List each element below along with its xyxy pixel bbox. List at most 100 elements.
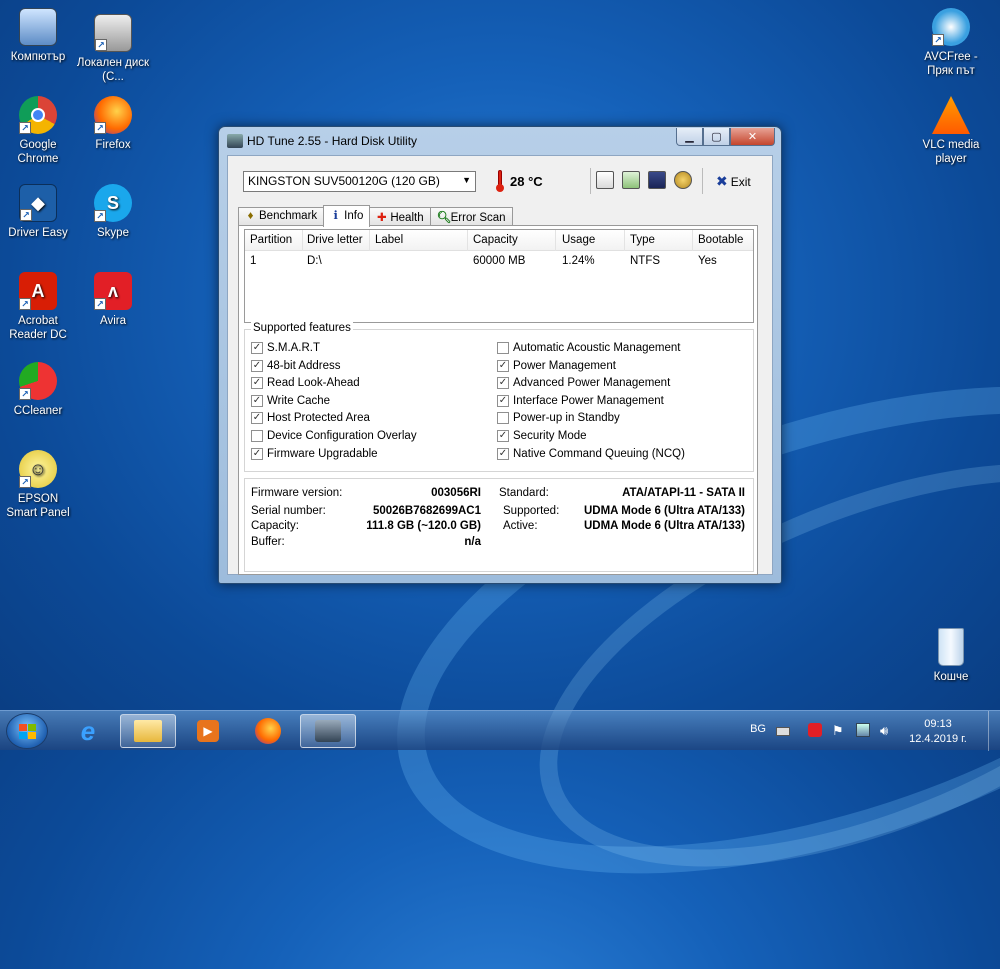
exit-button[interactable]: ✖ Exit — [716, 173, 751, 190]
column-header[interactable]: Label — [375, 234, 403, 246]
desktop-icon-computer[interactable]: Компютър — [1, 8, 75, 64]
desktop-icon-recycle-bin[interactable]: Кошче — [914, 628, 988, 684]
checkmark-icon[interactable]: ✓ — [251, 342, 263, 354]
hdtune-window[interactable]: HD Tune 2.55 - Hard Disk Utility ▁ ▢ ✕ K… — [218, 126, 782, 584]
column-header[interactable]: Capacity — [473, 234, 518, 246]
checkmark-icon[interactable]: ✓ — [497, 394, 509, 407]
options-icon[interactable] — [674, 171, 692, 189]
desktop-icon-vlc[interactable]: VLC media player — [914, 96, 988, 166]
checkmark-icon[interactable]: ✓ — [251, 359, 263, 372]
avira-tray-icon[interactable] — [808, 723, 822, 737]
desktop-icon-avcfree[interactable]: ↗ AVCFree - Пряк път — [914, 8, 988, 78]
column-header[interactable]: Partition — [250, 234, 292, 246]
clock-date: 12.4.2019 г. — [909, 733, 967, 745]
desktop-icon-avira[interactable]: ʌ ↗ Avira — [76, 272, 150, 328]
action-center-flag-icon[interactable]: ⚑ — [832, 723, 846, 738]
feature-checkbox[interactable]: ✓ Write Cache — [251, 393, 330, 409]
empty-checkbox-icon[interactable] — [497, 342, 509, 354]
tab-benchmark[interactable]: ♦ Benchmark — [238, 207, 325, 226]
info-panel: Partition Drive letter Label Capacity Us… — [238, 225, 758, 575]
checkmark-icon[interactable]: ✓ — [251, 377, 263, 390]
checkmark-icon[interactable]: ✓ — [497, 377, 509, 390]
minimize-button[interactable]: ▁ — [676, 128, 703, 146]
taskbar-hdtune[interactable] — [300, 714, 356, 748]
feature-checkbox[interactable]: ✓ Power Management — [497, 358, 616, 374]
feature-checkbox[interactable]: ✓ Native Command Queuing (NCQ) — [497, 446, 685, 462]
language-indicator[interactable]: BG — [750, 723, 766, 735]
feature-checkbox[interactable]: ✓ 48-bit Address — [251, 358, 341, 374]
copy-icon[interactable] — [596, 171, 614, 189]
health-icon: ✚ — [377, 212, 387, 224]
save-icon[interactable] — [648, 171, 666, 189]
buffer-value: n/a — [464, 536, 481, 548]
show-desktop-button[interactable] — [988, 711, 1000, 751]
close-button[interactable]: ✕ — [730, 128, 775, 146]
feature-checkbox[interactable]: ✓ Read Look-Ahead — [251, 375, 360, 391]
checkmark-icon[interactable]: ✓ — [251, 447, 263, 460]
taskbar-explorer[interactable] — [120, 714, 176, 748]
desktop-icon-acrobat[interactable]: A ↗ Acrobat Reader DC — [1, 272, 75, 342]
desktop-icon-skype[interactable]: S ↗ Skype — [76, 184, 150, 240]
active-label: Active: — [503, 520, 538, 532]
drive-select[interactable]: KINGSTON SUV500120G (120 GB) ▼ — [243, 171, 476, 192]
desktop-icon-label: Skype — [97, 227, 129, 239]
skype-icon: S ↗ — [94, 184, 132, 222]
feature-label: Host Protected Area — [267, 412, 370, 425]
copy-all-icon[interactable] — [622, 171, 640, 189]
window-titlebar[interactable]: HD Tune 2.55 - Hard Disk Utility ▁ ▢ ✕ — [219, 127, 781, 155]
tab-info[interactable]: ℹ Info — [323, 205, 371, 227]
volume-icon[interactable]: 🔊︎ — [880, 723, 894, 738]
feature-checkbox[interactable]: ✓ Security Mode — [497, 428, 587, 444]
feature-checkbox[interactable]: ✓ Firmware Upgradable — [251, 446, 378, 462]
checkmark-icon[interactable]: ✓ — [497, 359, 509, 372]
checkmark-icon[interactable]: ✓ — [251, 394, 263, 407]
empty-checkbox-icon[interactable] — [497, 412, 509, 425]
supported-features-title: Supported features — [251, 322, 353, 334]
active-value: UDMA Mode 6 (Ultra ATA/133) — [583, 520, 745, 532]
desktop-icon-epson[interactable]: ☺ ↗ EPSON Smart Panel — [1, 450, 75, 520]
start-button[interactable] — [6, 713, 48, 749]
clock[interactable]: 09:13 12.4.2019 г. — [898, 717, 978, 747]
checkmark-icon[interactable]: ✓ — [497, 430, 509, 442]
column-header[interactable]: Usage — [562, 234, 595, 246]
feature-checkbox[interactable]: Device Configuration Overlay — [251, 428, 417, 444]
empty-checkbox-icon[interactable] — [251, 430, 263, 442]
desktop-icon-local-disk[interactable]: ↗ Локален диск (C... — [76, 14, 150, 84]
keyboard-icon[interactable] — [776, 727, 790, 736]
taskbar-media-player[interactable]: ▶ — [180, 714, 236, 748]
standard-value: ATA/ATAPI-11 - SATA II — [622, 487, 745, 499]
avcfree-icon: ↗ — [932, 8, 970, 46]
feature-checkbox[interactable]: ✓ Interface Power Management — [497, 393, 664, 409]
tab-error-scan[interactable]: 🔍︎Error Scan — [429, 207, 513, 226]
maximize-button[interactable]: ▢ — [703, 128, 730, 146]
table-cell: D:\ — [307, 255, 322, 267]
desktop-icon-firefox[interactable]: ↗ Firefox — [76, 96, 150, 152]
feature-checkbox[interactable]: ✓ S.M.A.R.T — [251, 340, 320, 356]
feature-label: Native Command Queuing (NCQ) — [513, 447, 685, 460]
desktop-icon-label: Кошче — [933, 671, 969, 683]
feature-checkbox[interactable]: ✓ Advanced Power Management — [497, 375, 670, 391]
driver-easy-icon: ◆ ↗ — [19, 184, 57, 222]
taskbar-ie[interactable]: e — [60, 714, 116, 748]
feature-checkbox[interactable]: Power-up in Standby — [497, 410, 620, 426]
desktop-icon-chrome[interactable]: ↗ Google Chrome — [1, 96, 75, 166]
column-header[interactable]: Bootable — [698, 234, 743, 246]
serial-label: Serial number: — [251, 505, 326, 517]
feature-checkbox[interactable]: ✓ Host Protected Area — [251, 410, 370, 426]
checkmark-icon[interactable]: ✓ — [251, 412, 263, 425]
desktop-icon-ccleaner[interactable]: ↗ CCleaner — [1, 362, 75, 418]
feature-label: Power Management — [513, 359, 616, 372]
table-row[interactable]: 1 D:\ 60000 MB 1.24% NTFS Yes — [245, 251, 753, 271]
desktop-icon-label: Google Chrome — [17, 139, 59, 165]
column-header[interactable]: Drive letter — [307, 234, 363, 246]
checkmark-icon[interactable]: ✓ — [497, 447, 509, 460]
tab-health[interactable]: ✚ Health — [369, 207, 431, 226]
desktop-icon-driver-easy[interactable]: ◆ ↗ Driver Easy — [1, 184, 75, 240]
avira-icon: ʌ ↗ — [94, 272, 132, 310]
chevron-down-icon: ▼ — [462, 175, 471, 185]
taskbar-firefox[interactable] — [240, 714, 296, 748]
network-icon[interactable] — [856, 723, 870, 737]
column-header[interactable]: Type — [630, 234, 655, 246]
desktop-icon-label: Компютър — [10, 51, 66, 63]
feature-checkbox[interactable]: Automatic Acoustic Management — [497, 340, 680, 356]
